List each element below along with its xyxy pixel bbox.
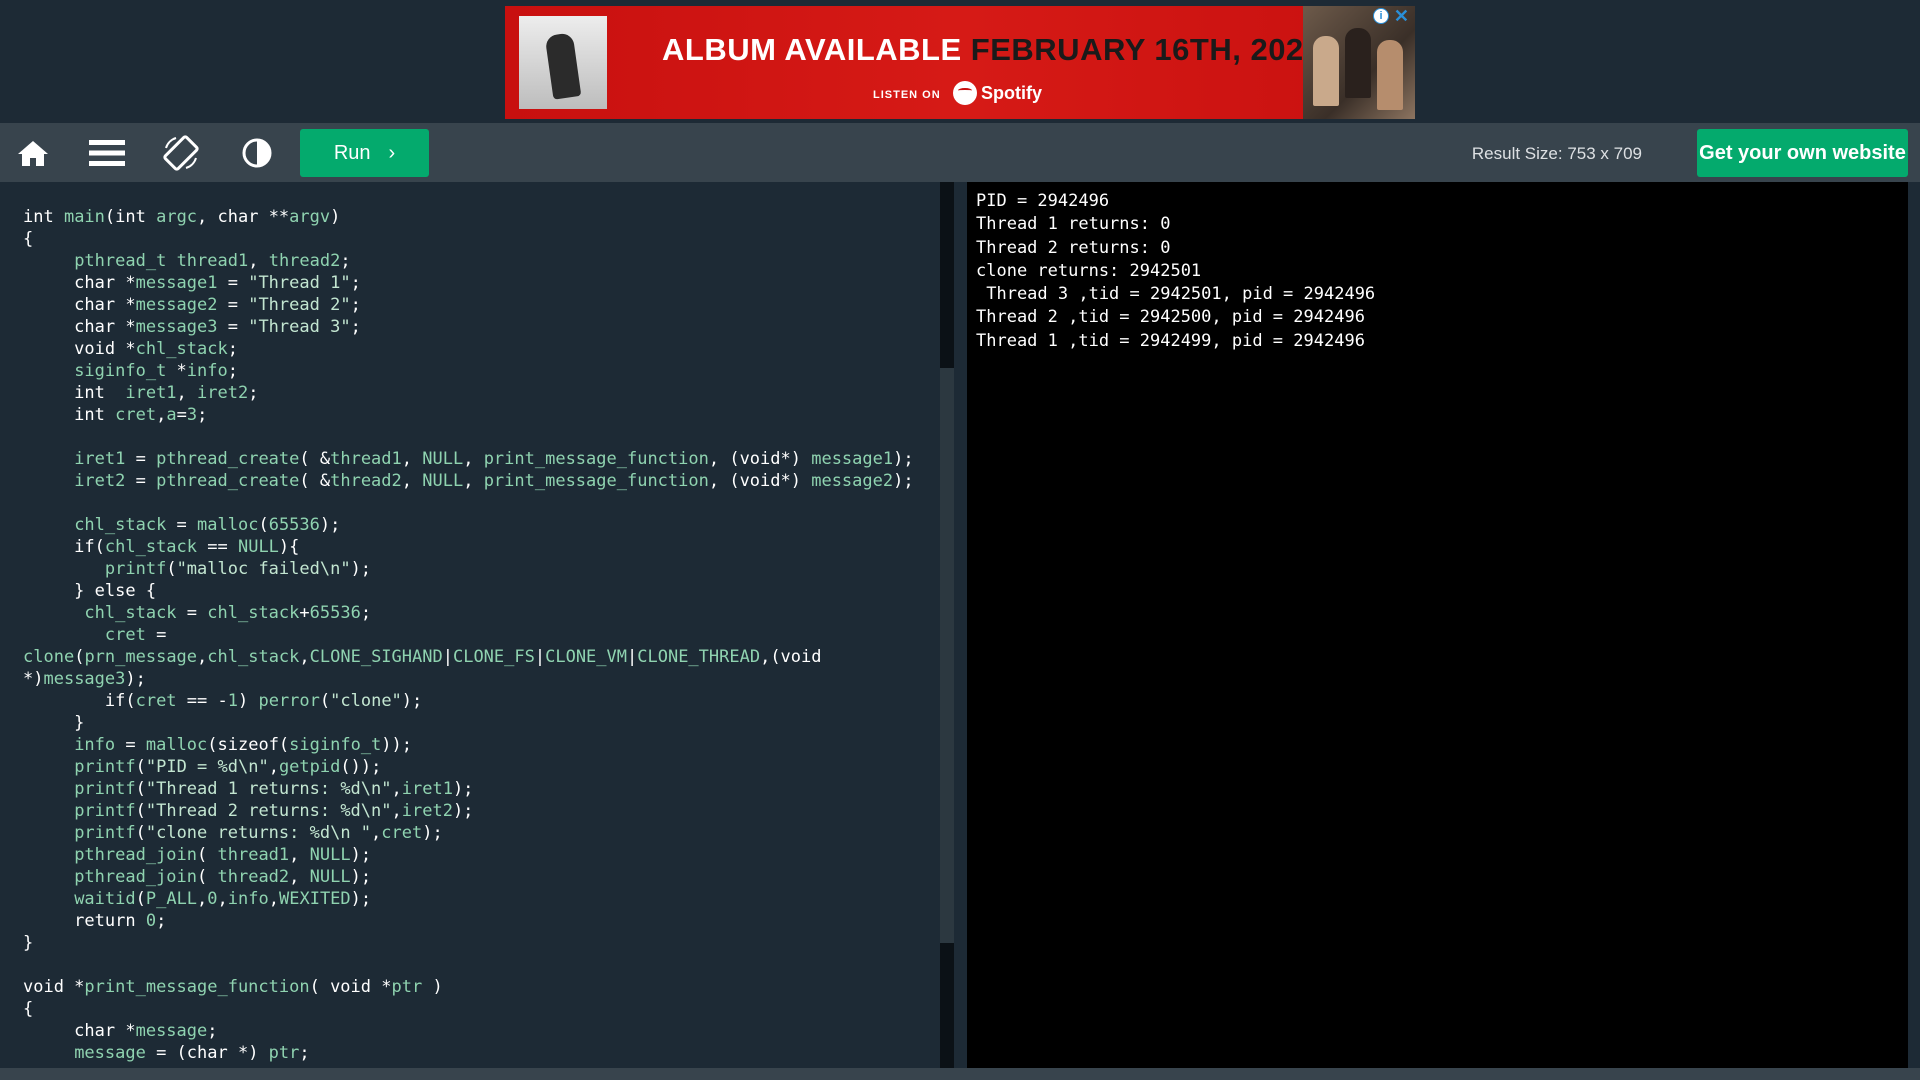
result-size: Result Size: 753 x 709 [1471,144,1642,163]
code-line: waitid(P_ALL,0,info,WEXITED); [74,889,372,909]
code-line: info = malloc(sizeof(siginfo_t)); [74,735,413,755]
code-line: printf("Thread 1 returns: %d\n",iret1); [74,779,474,799]
code-line: void *chl_stack; [23,339,238,359]
result-line: PID = 2942496 [976,191,1110,211]
result-line: Thread 1 returns: 0 [976,214,1171,235]
album-cover-image [519,16,607,109]
run-button[interactable]: Run › [300,129,429,177]
code-line: message = (char *) ptr; [74,1043,310,1063]
spotify-icon [953,81,977,105]
rotate-icon[interactable] [158,133,204,173]
code-line: pthread_join( thread2, NULL); [74,867,372,887]
ad-title: ALBUM AVAILABLE FEBRUARY 16TH, 2024 [662,32,1321,68]
ad-listen-on: LISTEN ON [873,89,941,101]
code-line: char *message2 = "Thread 2"; [23,295,361,315]
code-line: pthread_t thread1, thread2; [74,251,351,271]
close-icon[interactable]: ✕ [1394,6,1409,26]
ad-banner[interactable]: ALBUM AVAILABLE FEBRUARY 16TH, 2024 LIST… [505,6,1415,119]
menu-icon[interactable] [84,133,130,173]
chevron-right-icon: › [388,141,396,164]
code-line: pthread_join( thread1, NULL); [74,845,372,865]
home-icon[interactable] [10,133,56,173]
info-icon[interactable]: i [1373,8,1389,24]
code-line: chl_stack = malloc(65536); [74,515,341,535]
code-text[interactable]: int main(int argc, char **argv) { pthrea… [23,206,914,1064]
code-editor[interactable]: int main(int argc, char **argv) { pthrea… [13,182,954,1068]
code-line: printf("malloc failed\n"); [104,559,372,579]
ad-title-date: FEBRUARY 16TH, 2024 [970,32,1322,67]
spotify-logo: Spotify [953,80,1042,106]
code-line: if(chl_stack == NULL){ [23,537,300,557]
code-line: *)message3); [23,669,146,689]
editor-scrollbar-thumb[interactable] [940,368,954,943]
get-your-own-website-button[interactable]: Get your own website [1697,129,1908,177]
code-line: clone(prn_message,chl_stack,CLONE_SIGHAN… [23,647,822,667]
code-line: char *message1 = "Thread 1"; [23,273,361,293]
spotify-label: Spotify [981,82,1042,103]
code-line: int iret1, iret2; [23,383,259,403]
result-line: Thread 3 ,tid = 2942501, pid = 2942496 [976,284,1376,305]
code-line: iret1 = pthread_create( &thread1, NULL, … [74,449,914,469]
code-line: } [23,933,34,953]
result-output: PID = 2942496 Thread 1 returns: 0 Thread… [976,190,1375,353]
code-line: printf("Thread 2 returns: %d\n",iret2); [74,801,474,821]
code-line: } [23,713,85,733]
result-line: Thread 2 ,tid = 2942500, pid = 2942496 [976,307,1365,328]
toolbar: Run › Result Size: 753 x 709 Get your ow… [0,123,1920,182]
code-line: if(cret == -1) perror("clone"); [23,691,423,711]
bottom-bar [0,1068,1920,1080]
editor-scrollbar[interactable] [940,182,954,1068]
result-line: clone returns: 2942501 [976,260,1202,281]
code-line: char *message; [23,1021,218,1041]
code-line: int cret,a=3; [23,405,208,425]
result-panel: PID = 2942496 Thread 1 returns: 0 Thread… [967,182,1908,1068]
run-label: Run [333,141,371,164]
code-line: return 0; [23,911,167,931]
code-line: { [23,999,34,1019]
code-line: chl_stack = chl_stack+65536; [84,603,372,623]
contrast-icon[interactable] [234,133,280,173]
code-line: int main(int argc, char **argv) [23,207,341,227]
code-line: printf("PID = %d\n",getpid()); [74,757,382,777]
code-line: } else { [23,581,157,601]
code-line: { [23,229,34,249]
code-line: void *print_message_function( void *ptr … [23,977,443,997]
code-line: cret = [104,625,167,645]
code-line: iret2 = pthread_create( &thread2, NULL, … [74,471,914,491]
ad-title-white: ALBUM AVAILABLE [662,32,971,67]
code-line: printf("clone returns: %d\n ",cret); [74,823,443,843]
code-line: char *message3 = "Thread 3"; [23,317,361,337]
code-line: siginfo_t *info; [74,361,238,381]
result-line: Thread 1 ,tid = 2942499, pid = 2942496 [976,330,1365,351]
result-line: Thread 2 returns: 0 [976,237,1171,258]
